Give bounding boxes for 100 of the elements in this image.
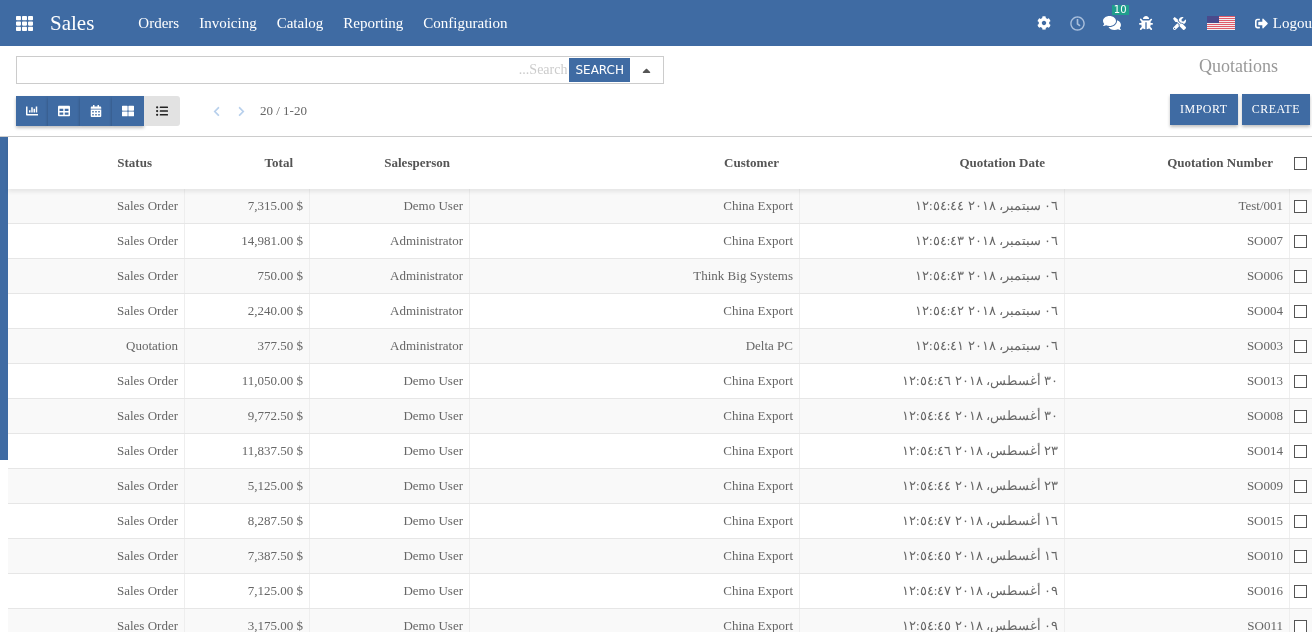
table-cell: SO004: [1065, 294, 1290, 328]
menu-item[interactable]: Catalog: [276, 14, 324, 32]
table-cell: 7,387.50 $: [185, 539, 310, 573]
table-cell: 8,287.50 $: [185, 504, 310, 538]
table-cell: Sales Order: [8, 574, 185, 608]
table-cell: China Export: [470, 294, 800, 328]
table-cell: SO009: [1065, 469, 1290, 503]
table-cell: Sales Order: [8, 364, 185, 398]
chat-icon[interactable]: [1102, 14, 1121, 32]
calendar-icon: [90, 105, 102, 117]
table-cell: Sales Order: [8, 189, 185, 223]
table-cell: ٢٣ أغسطس، ٢٠١٨ ١٢:٥٤:٤٤: [800, 469, 1065, 503]
column-header[interactable]: Quotation Number: [1065, 155, 1290, 171]
table-cell: China Export: [470, 504, 800, 538]
table-cell: SO008: [1065, 399, 1290, 433]
settings-icon[interactable]: [1036, 16, 1051, 30]
graph-view-button[interactable]: [16, 96, 48, 126]
bug-icon[interactable]: [1138, 16, 1153, 30]
table-cell: 377.50 $: [185, 329, 310, 363]
table-cell: China Export: [470, 189, 800, 223]
row-checkbox[interactable]: [1294, 339, 1307, 353]
column-header[interactable]: Status: [8, 155, 185, 171]
action-button[interactable]: CREATE: [1241, 94, 1310, 125]
row-checkbox[interactable]: [1294, 514, 1307, 528]
menu-item[interactable]: Reporting: [343, 14, 404, 32]
row-checkbox[interactable]: [1294, 199, 1307, 213]
table-cell: Sales Order: [8, 504, 185, 538]
table-icon: [58, 105, 70, 117]
table-cell: Test/001: [1065, 189, 1290, 223]
table-cell: Demo User: [310, 539, 470, 573]
column-header[interactable]: Salesperson: [310, 155, 470, 171]
column-header[interactable]: Customer: [470, 155, 800, 171]
table-cell: ٠٦ سبتمبر، ٢٠١٨ ١٢:٥٤:٤٣: [800, 224, 1065, 258]
table-cell: Sales Order: [8, 539, 185, 573]
scrollbar-thumb[interactable]: [0, 137, 8, 460]
table-cell: China Export: [470, 224, 800, 258]
table-cell: Administrator: [310, 259, 470, 293]
table-cell: ٣٠ أغسطس، ٢٠١٨ ١٢:٥٤:٤٦: [800, 364, 1065, 398]
row-checkbox[interactable]: [1294, 409, 1307, 423]
menu-item[interactable]: Configuration: [423, 14, 508, 32]
table-cell: 2,240.00 $: [185, 294, 310, 328]
table-cell: China Export: [470, 574, 800, 608]
table-cell: ٢٣ أغسطس، ٢٠١٨ ١٢:٥٤:٤٦: [800, 434, 1065, 468]
row-checkbox[interactable]: [1294, 584, 1307, 598]
table-cell: 7,125.00 $: [185, 574, 310, 608]
table-cell: Sales Order: [8, 609, 185, 632]
row-checkbox[interactable]: [1294, 619, 1307, 632]
table-cell: SO013: [1065, 364, 1290, 398]
table-cell: 14,981.00 $: [185, 224, 310, 258]
table-cell: SO014: [1065, 434, 1290, 468]
pivot-view-button[interactable]: [48, 96, 80, 126]
chevron-right-icon: [236, 105, 247, 117]
table-cell: ٠٦ سبتمبر، ٢٠١٨ ١٢:٥٤:٤٢: [800, 294, 1065, 328]
table-cell: 11,050.00 $: [185, 364, 310, 398]
row-checkbox[interactable]: [1294, 304, 1307, 318]
table-cell: SO016: [1065, 574, 1290, 608]
row-checkbox[interactable]: [1294, 444, 1307, 458]
column-header[interactable]: Total: [185, 155, 310, 171]
table-cell: 7,315.00 $: [185, 189, 310, 223]
row-checkbox[interactable]: [1294, 234, 1307, 248]
table-cell: SO006: [1065, 259, 1290, 293]
menu-item[interactable]: Orders: [138, 14, 180, 32]
table-cell: Sales Order: [8, 294, 185, 328]
table-cell: ٠٦ سبتمبر، ٢٠١٨ ١٢:٥٤:٤٣: [800, 259, 1065, 293]
table-cell: Demo User: [310, 609, 470, 632]
search-button[interactable]: SEARCH: [569, 58, 630, 82]
apps-menu-icon[interactable]: [16, 14, 33, 32]
page-title: Quotations: [1199, 56, 1278, 77]
table-cell: China Export: [470, 434, 800, 468]
sign-out-icon: [1254, 16, 1268, 30]
table-cell: China Export: [470, 399, 800, 433]
clock-icon[interactable]: [1070, 15, 1086, 31]
us-flag-icon[interactable]: [1206, 16, 1235, 30]
table-cell: 9,772.50 $: [185, 399, 310, 433]
calendar-view-button[interactable]: [80, 96, 112, 126]
table-cell: ١٦ أغسطس، ٢٠١٨ ١٢:٥٤:٤٥: [800, 539, 1065, 573]
message-count-badge: 10: [1111, 5, 1129, 15]
list-view-button[interactable]: [144, 96, 180, 126]
select-all-checkbox[interactable]: [1294, 156, 1307, 170]
row-checkbox[interactable]: [1294, 374, 1307, 388]
column-header[interactable]: Quotation Date: [800, 155, 1065, 171]
table-cell: SO015: [1065, 504, 1290, 538]
row-checkbox[interactable]: [1294, 549, 1307, 563]
table-cell: China Export: [470, 539, 800, 573]
table-cell: Demo User: [310, 434, 470, 468]
table-cell: Sales Order: [8, 259, 185, 293]
row-checkbox[interactable]: [1294, 479, 1307, 493]
table-cell: ١٦ أغسطس، ٢٠١٨ ١٢:٥٤:٤٧: [800, 504, 1065, 538]
action-button[interactable]: IMPORT: [1170, 94, 1238, 125]
table-cell: 11,837.50 $: [185, 434, 310, 468]
row-checkbox[interactable]: [1294, 269, 1307, 283]
table-cell: Sales Order: [8, 399, 185, 433]
kanban-view-button[interactable]: [112, 96, 144, 126]
logout-link[interactable]: Logou: [1254, 14, 1312, 32]
menu-item[interactable]: Invoicing: [199, 14, 257, 32]
tools-icon[interactable]: [1173, 16, 1187, 30]
table-cell: Delta PC: [470, 329, 800, 363]
table-cell: Administrator: [310, 224, 470, 258]
table-cell: Demo User: [310, 574, 470, 608]
pager-counter: 20 / 1-20: [260, 103, 307, 119]
